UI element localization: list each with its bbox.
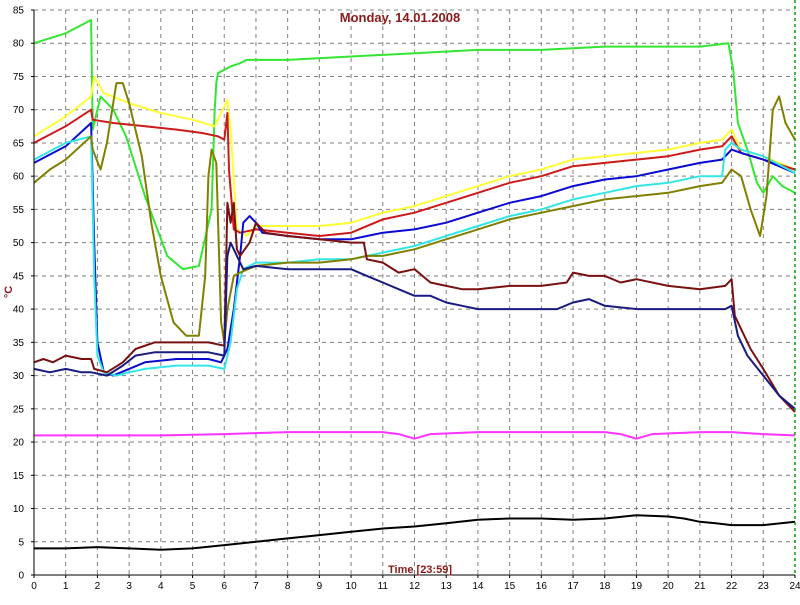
x-tick-label: 7 bbox=[253, 581, 259, 592]
y-tick-label: 35 bbox=[13, 338, 25, 349]
x-tick-label: 9 bbox=[317, 581, 323, 592]
x-tick-label: 17 bbox=[567, 581, 579, 592]
x-axis-title: Time [23:59] bbox=[388, 564, 452, 576]
y-tick-label: 80 bbox=[13, 39, 25, 50]
y-tick-label: 5 bbox=[18, 537, 24, 548]
y-tick-label: 25 bbox=[13, 404, 25, 415]
y-tick-label: 55 bbox=[13, 205, 25, 216]
x-tick-label: 19 bbox=[631, 581, 643, 592]
x-tick-label: 18 bbox=[599, 581, 611, 592]
x-tick-label: 13 bbox=[441, 581, 453, 592]
y-tick-label: 85 bbox=[13, 6, 25, 17]
chart: 0 1 2 3 4 5 6 7 8 9 10 11 12 13 14 15 16 17 18 19 20 21 22 23 24… bbox=[0, 0, 800, 600]
chart-title: Monday, 14.01.2008 bbox=[340, 10, 460, 25]
y-tick-label: 75 bbox=[13, 72, 25, 83]
y-tick-label: 15 bbox=[13, 471, 25, 482]
x-tick-label: 10 bbox=[346, 581, 358, 592]
y-tick-label: 30 bbox=[13, 371, 25, 382]
y-tick-label: 65 bbox=[13, 138, 25, 149]
y-tick-label: 50 bbox=[13, 238, 25, 249]
y-tick-label: 70 bbox=[13, 105, 25, 116]
x-tick-label: 23 bbox=[758, 581, 770, 592]
chart-background bbox=[0, 0, 800, 600]
x-tick-label: 0 bbox=[31, 581, 37, 592]
y-tick-label: 60 bbox=[13, 172, 25, 183]
x-tick-label: 15 bbox=[504, 581, 516, 592]
x-tick-label: 20 bbox=[663, 581, 675, 592]
x-tick-label: 6 bbox=[221, 581, 227, 592]
x-tick-label: 2 bbox=[95, 581, 101, 592]
x-tick-label: 4 bbox=[158, 581, 164, 592]
y-tick-label: 10 bbox=[13, 504, 25, 515]
y-tick-label: 0 bbox=[18, 571, 24, 582]
x-tick-label: 1 bbox=[63, 581, 69, 592]
chart-svg: 0 1 2 3 4 5 6 7 8 9 10 11 12 13 14 15 16 17 18 19 20 21 22 23 24… bbox=[0, 0, 800, 600]
y-axis-title: °C bbox=[3, 286, 15, 298]
x-tick-label: 24 bbox=[789, 581, 800, 592]
x-tick-label: 8 bbox=[285, 581, 291, 592]
x-tick-label: 21 bbox=[694, 581, 706, 592]
y-tick-label: 40 bbox=[13, 305, 25, 316]
y-tick-label: 45 bbox=[13, 271, 25, 282]
y-tick-label: 20 bbox=[13, 438, 25, 449]
x-tick-label: 14 bbox=[472, 581, 484, 592]
x-tick-label: 12 bbox=[409, 581, 421, 592]
x-tick-label: 3 bbox=[126, 581, 132, 592]
x-tick-label: 5 bbox=[190, 581, 196, 592]
x-tick-label: 11 bbox=[378, 581, 389, 592]
x-tick-label: 16 bbox=[536, 581, 548, 592]
x-tick-label: 22 bbox=[726, 581, 738, 592]
